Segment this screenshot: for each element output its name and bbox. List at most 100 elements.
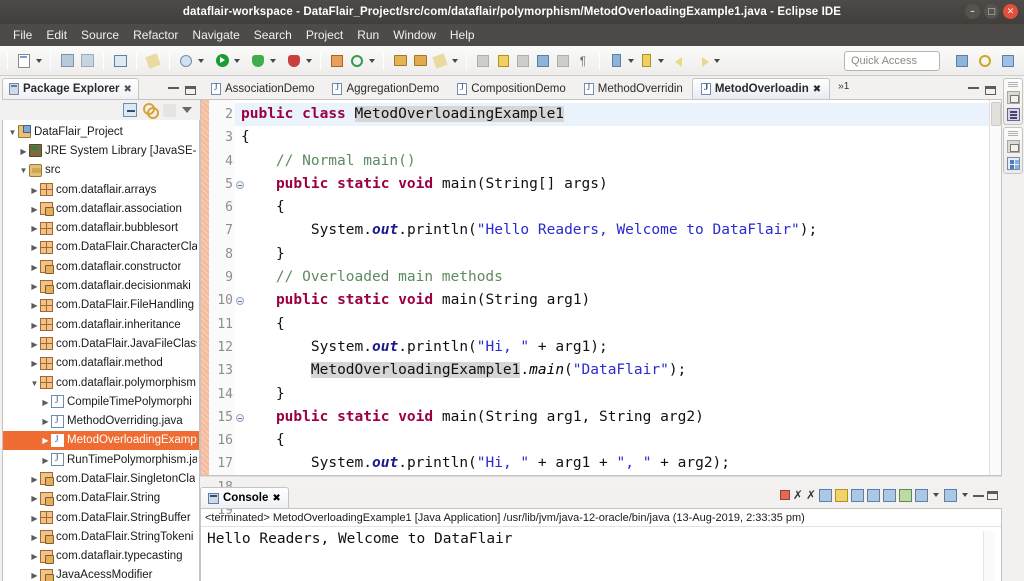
next-annotation-icon[interactable] [493, 51, 513, 71]
tree-item[interactable]: ▶com.DataFlair.CharacterCla [3, 238, 199, 257]
tree-item[interactable]: ▶CompileTimePolymorphi [3, 392, 199, 411]
open-console-menu-icon[interactable] [960, 485, 970, 505]
menu-help[interactable]: Help [443, 26, 482, 44]
menu-refactor[interactable]: Refactor [126, 26, 185, 44]
twisty-expanded-icon[interactable]: ▼ [29, 377, 40, 389]
new-wizard-icon[interactable] [14, 51, 34, 71]
toggle-markoccurrences-icon[interactable] [143, 51, 163, 71]
twisty-collapsed-icon[interactable]: ▶ [29, 357, 40, 369]
code-line[interactable]: // Overloaded main methods [235, 266, 989, 289]
twisty-expanded-icon[interactable]: ▼ [7, 126, 18, 138]
new-java-package-icon[interactable] [327, 51, 347, 71]
run-dropdown-icon[interactable] [232, 51, 242, 71]
menu-source[interactable]: Source [74, 26, 126, 44]
link-with-editor-icon[interactable] [143, 103, 157, 117]
tree-item[interactable]: ▶JRE System Library [JavaSE-12 [3, 141, 199, 160]
tab-package-explorer[interactable]: Package Explorer ✖ [2, 78, 139, 99]
new-java-dropdown-icon[interactable] [367, 51, 377, 71]
tree-item[interactable]: ▶com.DataFlair.StringBuffer [3, 508, 199, 527]
menu-run[interactable]: Run [350, 26, 386, 44]
twisty-collapsed-icon[interactable]: ▶ [29, 531, 40, 543]
display-selected-console-icon[interactable] [915, 489, 928, 502]
code-line[interactable]: public static void main(String arg1, Str… [235, 406, 989, 429]
tree-item[interactable]: ▶com.dataflair.association [3, 199, 199, 218]
twisty-collapsed-icon[interactable]: ▶ [40, 415, 51, 427]
close-icon[interactable]: ✖ [272, 493, 280, 504]
tree-item[interactable]: ▶com.dataflair.constructor [3, 257, 199, 276]
next-member-icon[interactable] [553, 51, 573, 71]
twisty-collapsed-icon[interactable]: ▶ [29, 319, 40, 331]
twisty-collapsed-icon[interactable]: ▶ [29, 299, 40, 311]
minimize-icon[interactable] [168, 86, 179, 89]
open-perspective-icon[interactable] [998, 51, 1018, 71]
tree-item[interactable]: ▶com.DataFlair.JavaFileClass [3, 334, 199, 353]
maximize-icon[interactable] [987, 491, 998, 500]
tree-item[interactable]: ▶com.DataFlair.SingletonCla [3, 469, 199, 488]
restore-icon[interactable] [1007, 91, 1020, 104]
open-dropdown-icon[interactable] [450, 51, 460, 71]
terminate-icon[interactable] [780, 490, 790, 500]
menu-project[interactable]: Project [299, 26, 350, 44]
lock-scroll-icon[interactable] [835, 489, 848, 502]
show-console-on-error-icon[interactable] [883, 489, 896, 502]
java-browsing-icon[interactable] [975, 51, 995, 71]
drag-handle[interactable] [1008, 131, 1018, 136]
tree-item[interactable]: ▶MetodOverloadingExamp [3, 431, 199, 450]
twisty-collapsed-icon[interactable]: ▶ [18, 145, 29, 157]
tree-item[interactable]: ▼DataFlair_Project [3, 122, 199, 141]
console-vertical-scrollbar[interactable] [983, 531, 995, 581]
menu-window[interactable]: Window [386, 26, 443, 44]
twisty-collapsed-icon[interactable]: ▶ [40, 454, 51, 466]
code-line[interactable]: } [235, 243, 989, 266]
debug-icon[interactable] [248, 51, 268, 71]
new-wizard-dropdown-icon[interactable] [34, 51, 44, 71]
code-line[interactable]: { [235, 313, 989, 336]
code-line[interactable]: MetodOverloadingExample1.main("DataFlair… [235, 359, 989, 382]
show-console-on-output-icon[interactable] [867, 489, 880, 502]
pilcrow-icon[interactable]: ¶ [573, 51, 593, 71]
maximize-icon[interactable] [985, 86, 996, 95]
print-icon[interactable] [110, 51, 130, 71]
run-icon[interactable] [212, 51, 232, 71]
task-list-icon[interactable] [1007, 157, 1020, 170]
tree-item[interactable]: ▶com.dataflair.typecasting [3, 547, 199, 566]
tree-item[interactable]: ▶MethodOverriding.java [3, 411, 199, 430]
editor-tab[interactable]: AssociationDemo [202, 78, 323, 99]
search-icon[interactable] [430, 51, 450, 71]
forward-icon[interactable] [692, 51, 712, 71]
code-line[interactable]: { [235, 196, 989, 219]
open-task-icon[interactable] [410, 51, 430, 71]
open-console-icon[interactable] [944, 489, 957, 502]
twisty-collapsed-icon[interactable]: ▶ [40, 434, 51, 446]
twisty-collapsed-icon[interactable]: ▶ [29, 512, 40, 524]
next-annotation-down-icon[interactable] [606, 51, 626, 71]
twisty-collapsed-icon[interactable]: ▶ [29, 241, 40, 253]
menu-search[interactable]: Search [247, 26, 299, 44]
code-line[interactable]: { [235, 429, 989, 452]
debug-dropdown-icon[interactable] [268, 51, 278, 71]
minimize-icon[interactable] [973, 494, 984, 497]
editor-tab[interactable]: MethodOverridin [575, 78, 692, 99]
tree-item[interactable]: ▼com.dataflair.polymorphism [3, 373, 199, 392]
last-edit-location-icon[interactable] [513, 51, 533, 71]
twisty-collapsed-icon[interactable]: ▶ [29, 569, 40, 581]
maximize-icon[interactable] [185, 86, 196, 95]
code-line[interactable]: System.out.println("Hi, " + arg1 + ", " … [235, 452, 989, 475]
twisty-collapsed-icon[interactable]: ▶ [29, 492, 40, 504]
external-tools-dropdown-icon[interactable] [196, 51, 206, 71]
refresh-icon[interactable] [347, 51, 367, 71]
close-button[interactable]: ✕ [1003, 4, 1018, 19]
code-line[interactable]: { [235, 126, 989, 149]
save-icon[interactable] [57, 51, 77, 71]
menu-navigate[interactable]: Navigate [185, 26, 246, 44]
code-line[interactable]: System.out.println("Hi, " + arg1); [235, 336, 989, 359]
remove-launch-icon[interactable]: ✗ [793, 489, 803, 501]
scrollbar-thumb[interactable] [991, 102, 1001, 126]
twisty-collapsed-icon[interactable]: ▶ [29, 261, 40, 273]
twisty-collapsed-icon[interactable]: ▶ [29, 184, 40, 196]
code-line[interactable]: public static void main(String arg1) [235, 289, 989, 312]
clear-console-icon[interactable] [819, 489, 832, 502]
back-icon[interactable] [672, 51, 692, 71]
menu-file[interactable]: File [6, 26, 39, 44]
twisty-collapsed-icon[interactable]: ▶ [29, 550, 40, 562]
